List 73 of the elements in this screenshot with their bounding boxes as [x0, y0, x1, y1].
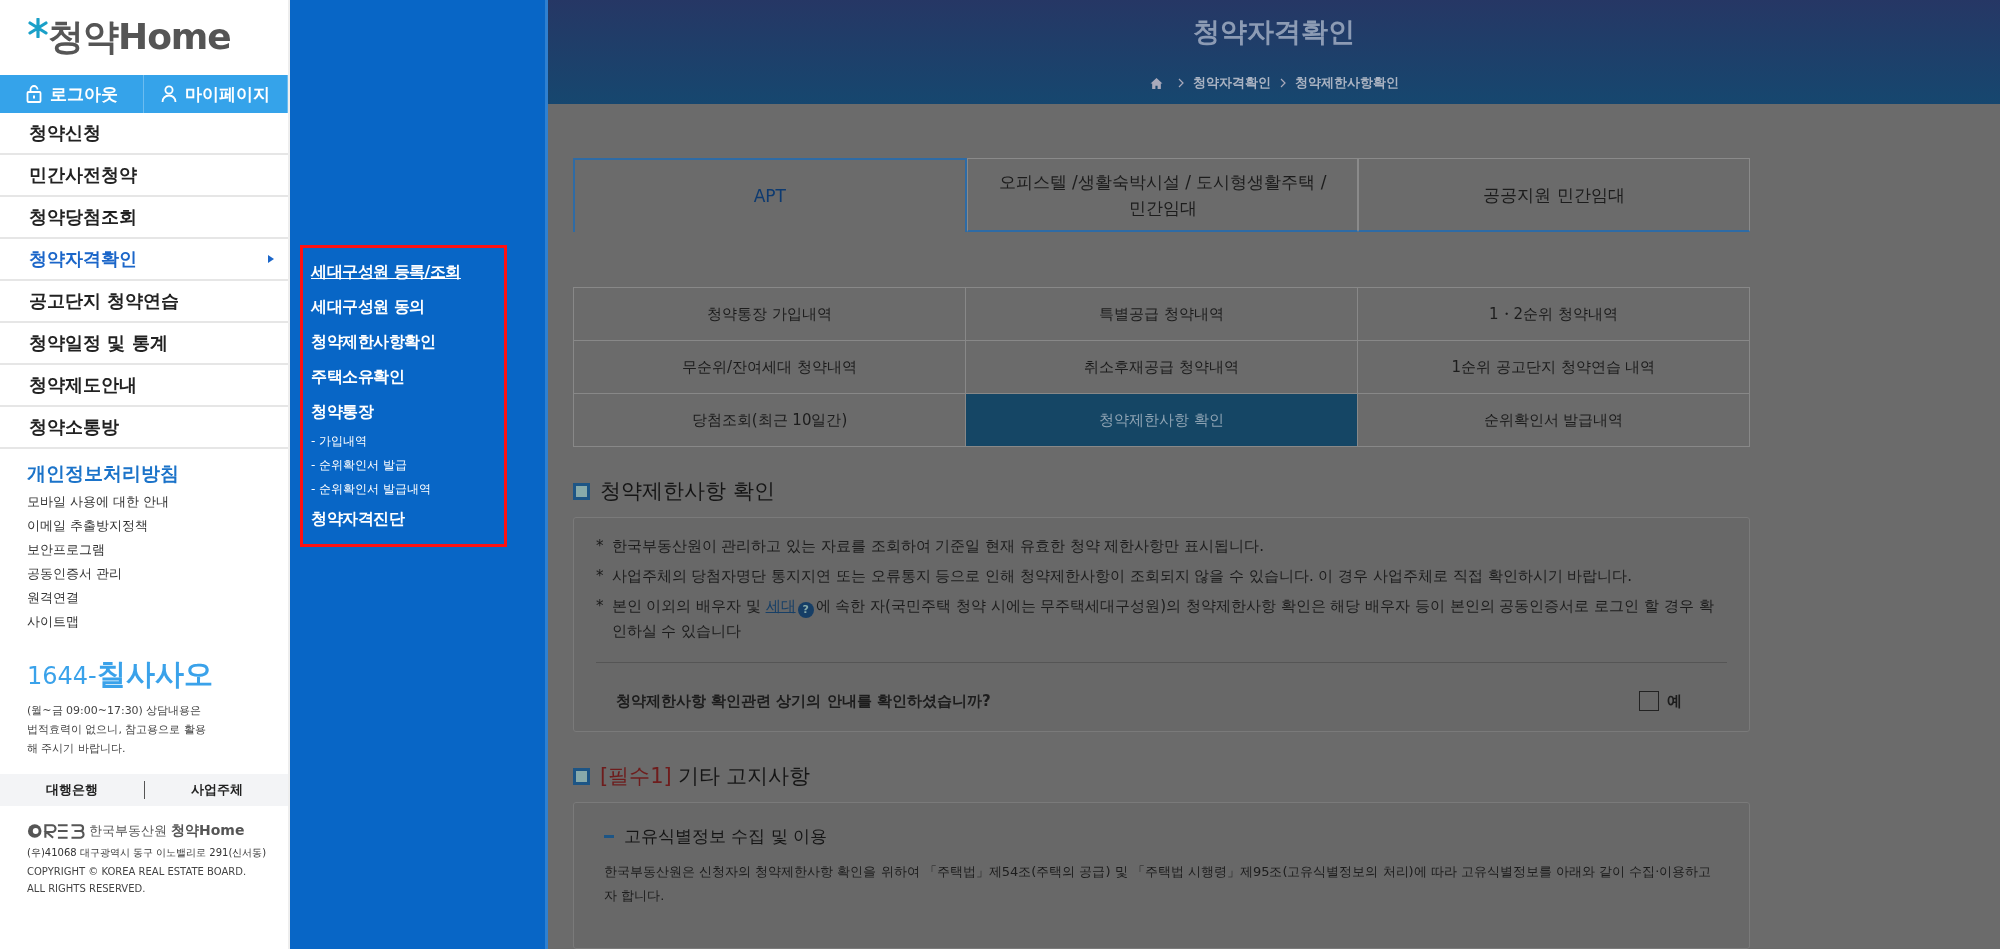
required-tag: [필수1] [600, 762, 672, 790]
history-tab[interactable]: 1순위 공고단지 청약연습 내역 [1358, 341, 1750, 394]
phone-number: 1644- [27, 662, 97, 690]
history-tab[interactable]: 무순위/잔여세대 청약내역 [574, 341, 966, 394]
copyright: COPYRIGHT © KOREA REAL ESTATE BOARD. [27, 866, 248, 877]
menu-item[interactable]: 청약신청 [0, 113, 288, 155]
submenu-item[interactable]: 세대구성원 동의 [311, 289, 425, 324]
breadcrumb-link[interactable]: 청약제한사항확인 [1294, 74, 1399, 92]
person-icon [161, 85, 177, 103]
star-icon [28, 18, 48, 38]
submenu-item[interactable]: - 순위확인서 발급 [311, 453, 407, 477]
menu-item[interactable]: 청약소통방 [0, 407, 288, 449]
note-mark: * [596, 566, 604, 587]
copyright: ALL RIGHTS RESERVED. [27, 883, 147, 894]
notice-text: 한국부동산원이 관리하고 있는 자료를 조회하여 기준일 현재 유효한 청약 제한사항만 표시됩니다. [611, 536, 1264, 557]
type-tab[interactable]: 오피스텔 /생활숙박시설 / 도시형생활주택 / 민간임대 [966, 158, 1359, 232]
checkbox-label: 예 [1667, 691, 1682, 711]
home-icon[interactable] [1149, 76, 1163, 90]
history-tab[interactable]: 1・2순위 청약내역 [1358, 288, 1750, 341]
privacy-policy-link[interactable]: 개인정보처리방침 [27, 461, 288, 487]
type-tab[interactable]: 공공지원 민간임대 [1358, 158, 1750, 232]
chevron-icon [1279, 78, 1286, 88]
menu-item[interactable]: 청약제도안내 [0, 365, 288, 407]
footer-link[interactable]: 사이트맵 [27, 613, 79, 631]
submenu-item[interactable]: 청약제한사항확인 [311, 324, 435, 359]
section-title: 청약제한사항 확인 [600, 478, 775, 505]
address: (우)41068 대구광역시 동구 이노밸리로 291(신서동) [27, 846, 268, 860]
note-mark: * [596, 596, 604, 617]
footer-link[interactable]: 보안프로그램 [27, 541, 105, 559]
bullet-icon [573, 767, 590, 785]
menu-item[interactable]: 민간사전청약 [0, 155, 288, 197]
arrow-icon [268, 255, 274, 263]
phone-word: 칠사사오 [96, 656, 213, 693]
bullet-icon [573, 482, 590, 500]
help-icon[interactable]: ? [797, 601, 814, 618]
brand-name: 청약Home [171, 822, 245, 840]
submenu-item[interactable]: 청약통장 [311, 394, 373, 429]
footer-link[interactable]: 공동인증서 관리 [27, 565, 123, 583]
chevron-icon [1177, 78, 1184, 88]
org-logo-icon [27, 823, 85, 839]
agent-link[interactable]: 사업주체 [190, 781, 243, 799]
page-title: 청약자격확인 [1193, 15, 1355, 49]
footer-link[interactable]: 원격연결 [27, 589, 79, 607]
note-mark: * [596, 536, 604, 557]
footer-link[interactable]: 이메일 추출방지정책 [27, 517, 149, 535]
submenu-item[interactable]: - 가입내역 [311, 429, 368, 453]
menu-item[interactable]: 청약당첨조회 [0, 197, 288, 239]
history-tab[interactable]: 특별공급 청약내역 [966, 288, 1358, 341]
submenu-item[interactable]: - 순위확인서 발급내역 [311, 477, 431, 501]
notice-text: 사업주체의 당첨자명단 통지지연 또는 오류통지 등으로 인해 청약제한사항이 조회되지 않을 수 있습니다. 이 경우 사업주체로 직접 확인하시기 바랍니다. [611, 566, 1633, 587]
lock-icon [25, 85, 42, 103]
submenu-item[interactable]: 청약자격진단 [311, 501, 404, 536]
breadcrumb-link[interactable]: 청약자격확인 [1192, 74, 1271, 92]
history-tab[interactable]: 순위확인서 발급내역 [1358, 394, 1750, 447]
submenu-item[interactable]: 주택소유확인 [311, 359, 404, 394]
paragraph: 한국부동산원은 신청자의 청약제한사항 확인을 위하여 「주택법」제54조(주택의 공급) 및 「주택법 시행령」제95조(고유식별정보의 처리)에 따라 고유식별정보를 아래와 같이 수집·이용하고자 합니다. [604, 863, 1713, 905]
footer-link[interactable]: 모바일 사용에 대한 안내 [27, 493, 170, 511]
submenu-item[interactable]: 세대구성원 등록/조회 [311, 254, 461, 289]
dash-icon [604, 835, 614, 838]
hours-note: (월~금 09:00~17:30) 상담내용은 법적효력이 없으니, 참고용으로 활용해 주시기 바랍니다. [27, 703, 207, 757]
menu-item[interactable]: 공고단지 청약연습 [0, 281, 288, 323]
menu-item[interactable]: 청약자격확인 [0, 239, 288, 281]
history-tab[interactable]: 청약제한사항 확인 [966, 394, 1358, 447]
confirm-question: 청약제한사항 확인관련 상기의 안내를 확인하셨습니까? [616, 691, 991, 711]
confirm-checkbox[interactable] [1639, 691, 1659, 711]
notice-text: 본인 이외의 배우자 및 세대 ? 에 속한 자(국민주택 청약 시에는 무주택세대구성원)의 청약제한사항 확인은 해당 배우자 등이 본인의 공동인증서로 로그인 할 경우 확인하실 수 있습니다 [611, 596, 1715, 642]
subheading: 고유식별정보 수집 및 이용 [624, 825, 828, 848]
menu-item[interactable]: 청약일정 및 통계 [0, 323, 288, 365]
agent-link[interactable]: 대행은행 [45, 781, 98, 799]
history-tab[interactable]: 청약통장 가입내역 [574, 288, 966, 341]
section-title: 기타 고지사항 [677, 763, 811, 790]
org-name: 한국부동산원 [89, 822, 167, 840]
site-logo[interactable]: 청약Home [48, 13, 231, 62]
